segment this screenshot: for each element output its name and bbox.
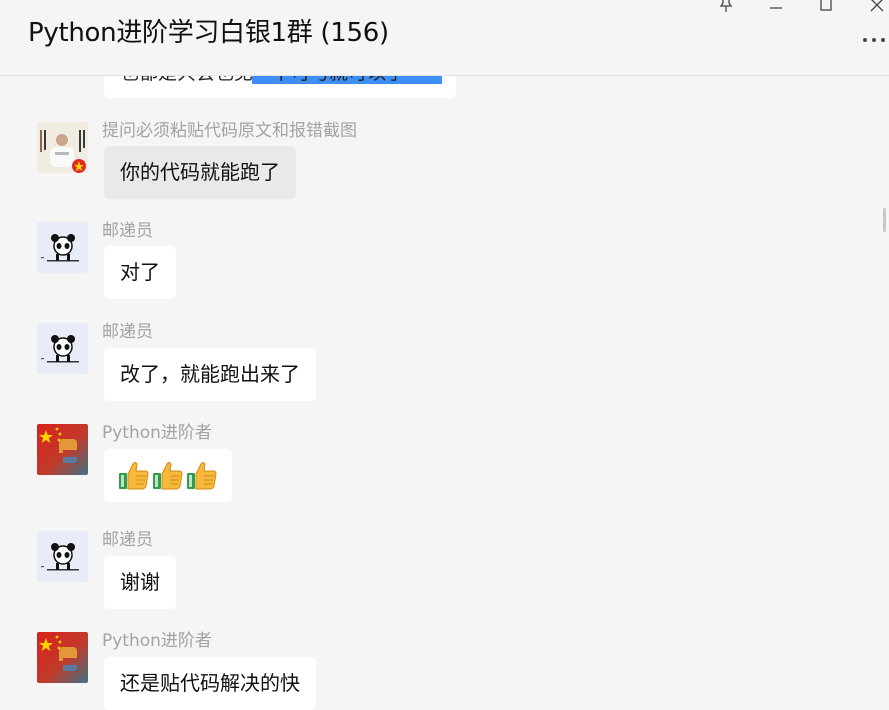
avatar[interactable] — [37, 323, 88, 374]
message-bubble[interactable]: 对了 — [104, 246, 176, 299]
thumbs-up-emoji — [153, 461, 183, 489]
minimize-icon — [770, 7, 782, 9]
more-dots-icon — [863, 38, 885, 42]
message-text: 你的代码就能跑了 — [120, 160, 280, 184]
close-icon — [870, 0, 884, 12]
thumbs-up-emoji — [119, 461, 149, 489]
pin-icon — [719, 0, 733, 12]
more-options-button[interactable] — [861, 32, 887, 48]
panda-avatar — [37, 323, 88, 374]
sender-name: 邮递员 — [102, 530, 153, 550]
panda-avatar — [37, 222, 88, 273]
chat-title: Python进阶学习白银1群 (156) — [28, 18, 389, 48]
close-button[interactable] — [865, 0, 889, 16]
pin-button[interactable] — [714, 0, 738, 16]
avatar[interactable] — [37, 222, 88, 273]
maximize-icon — [820, 0, 832, 11]
sender-name: 邮递员 — [102, 221, 153, 241]
sender-name: 提问必须粘贴代码原文和报错截图 — [102, 121, 357, 141]
thumbs-up-emoji — [187, 461, 217, 489]
python-flag-avatar — [37, 632, 88, 683]
message-text: 还是贴代码解决的快 — [120, 671, 300, 695]
message-bubble[interactable]: 改了，就能跑出来了 — [104, 348, 316, 401]
maximize-button[interactable] — [814, 0, 838, 16]
avatar[interactable] — [37, 122, 88, 173]
message-bubble[interactable]: 还是贴代码解决的快 — [104, 657, 316, 710]
sender-name: Python进阶者 — [102, 631, 212, 651]
python-flag-avatar — [37, 424, 88, 475]
panda-avatar — [37, 531, 88, 582]
avatar[interactable] — [37, 632, 88, 683]
chat-message-list[interactable]: 也都是共会也见一下可与就可以了 提问必须粘贴代码原文和报错截图 你的代码就能跑了 — [0, 0, 886, 710]
avatar[interactable] — [37, 424, 88, 475]
message-text: 对了 — [120, 260, 160, 284]
avatar[interactable] — [37, 531, 88, 582]
message-text: 改了，就能跑出来了 — [120, 362, 300, 386]
minimize-button[interactable] — [764, 0, 788, 16]
message-bubble[interactable]: 你的代码就能跑了 — [104, 146, 296, 199]
sender-name: 邮递员 — [102, 322, 153, 342]
calligraphy-person-avatar — [37, 122, 88, 173]
chat-header: Python进阶学习白银1群 (156) — [0, 0, 889, 76]
emoji-group — [118, 459, 218, 491]
message-bubble[interactable]: 谢谢 — [104, 556, 176, 609]
message-text: 谢谢 — [120, 570, 160, 594]
message-bubble[interactable] — [104, 449, 232, 502]
sender-name: Python进阶者 — [102, 423, 212, 443]
scrollbar-thumb[interactable] — [883, 208, 886, 232]
